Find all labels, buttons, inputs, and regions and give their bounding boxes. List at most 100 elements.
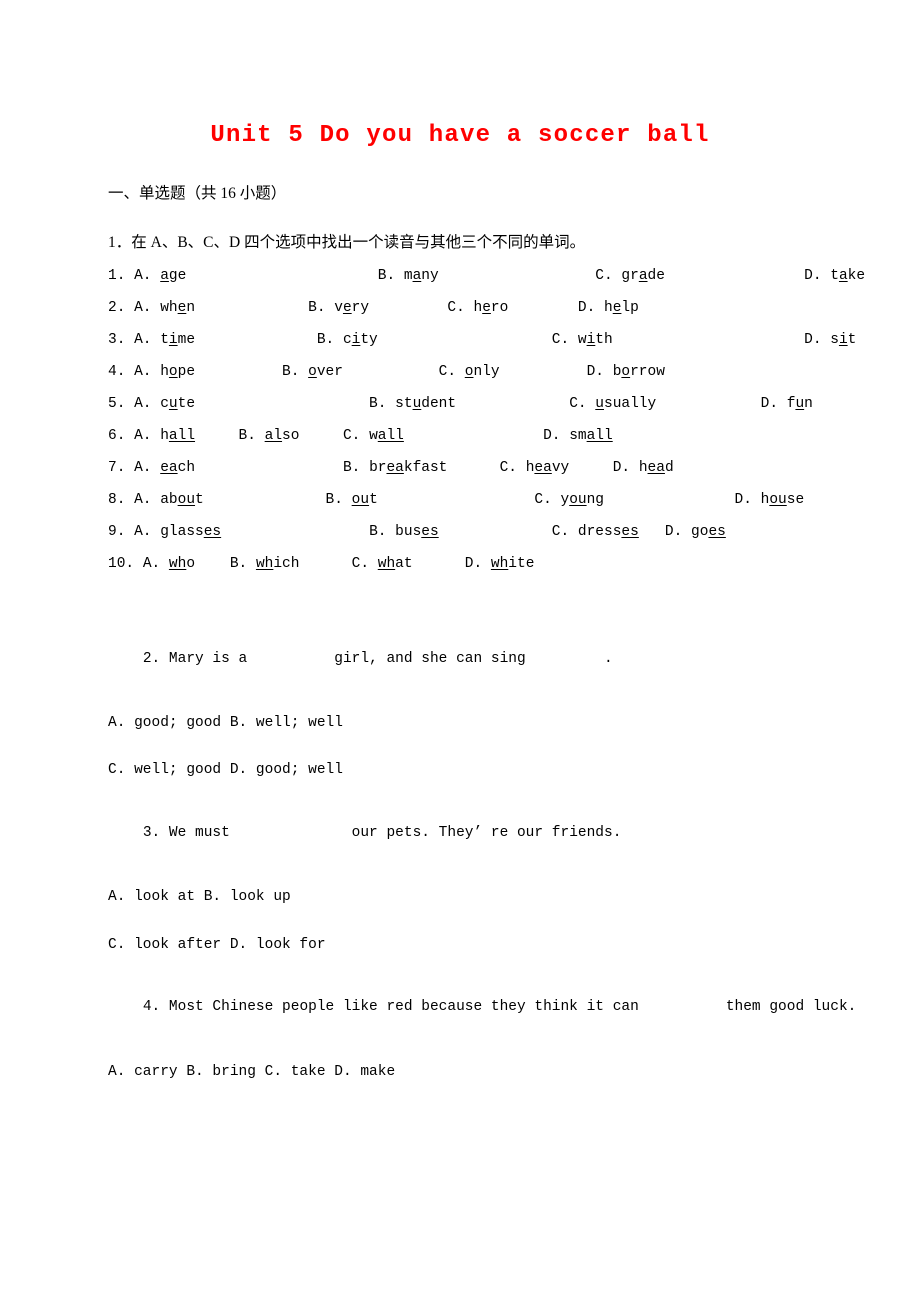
word-option[interactable]: C. only bbox=[439, 364, 500, 380]
word-option[interactable]: A. age bbox=[134, 268, 186, 284]
word-option[interactable]: A. when bbox=[134, 300, 195, 316]
word-option[interactable]: B. many bbox=[378, 268, 439, 284]
word-option[interactable]: A. glasses bbox=[134, 524, 221, 540]
option-word: take bbox=[830, 268, 866, 284]
option-word: student bbox=[395, 396, 457, 412]
document-page: Unit 5 Do you have a soccer ball 一、单选题（共… bbox=[0, 0, 920, 1302]
underlined-letters: wh bbox=[168, 556, 187, 572]
q4-stem-part2: them good luck. bbox=[717, 998, 857, 1015]
underlined-letters: i bbox=[838, 332, 848, 348]
underlined-letters: a bbox=[638, 268, 648, 284]
word-option[interactable]: C. heavy bbox=[500, 460, 570, 476]
option-label: D. bbox=[804, 332, 831, 348]
option-word: glasses bbox=[160, 524, 222, 540]
row-number: 1. bbox=[108, 268, 135, 284]
word-option[interactable]: B. buses bbox=[369, 524, 439, 540]
option-label: B. bbox=[316, 332, 343, 348]
question-3-options-line-2[interactable]: C. look after D. look for bbox=[108, 938, 326, 953]
word-row: 10. A. who B. which C. what D. white bbox=[108, 557, 534, 572]
option-word: white bbox=[490, 556, 535, 572]
option-word: hall bbox=[160, 428, 196, 444]
word-row: 9. A. glasses B. buses C. dresses D. goes bbox=[108, 525, 726, 540]
q4-stem-part1: 4. Most Chinese people like red because … bbox=[142, 998, 648, 1015]
word-option[interactable]: B. which bbox=[230, 556, 300, 572]
word-option[interactable]: A. time bbox=[134, 332, 195, 348]
word-option[interactable]: D. white bbox=[465, 556, 535, 572]
word-option[interactable]: B. out bbox=[326, 492, 378, 508]
page-title: Unit 5 Do you have a soccer ball bbox=[210, 122, 710, 149]
option-word: goes bbox=[691, 524, 726, 540]
word-option[interactable]: C. hero bbox=[447, 300, 508, 316]
underlined-letters: wh bbox=[377, 556, 396, 572]
underlined-letters: es bbox=[203, 524, 222, 540]
option-label: C. bbox=[551, 524, 578, 540]
word-option[interactable]: C. with bbox=[552, 332, 613, 348]
underlined-letters: a bbox=[412, 268, 422, 284]
word-option[interactable]: D. sit bbox=[804, 332, 856, 348]
word-option[interactable]: D. borrow bbox=[587, 364, 665, 380]
underlined-letters: all bbox=[586, 428, 613, 444]
word-option[interactable]: D. fun bbox=[761, 396, 813, 412]
word-option[interactable]: D. house bbox=[735, 492, 805, 508]
option-label: B. bbox=[369, 524, 396, 540]
word-option[interactable]: A. about bbox=[134, 492, 204, 508]
option-word: young bbox=[560, 492, 605, 508]
question-2-options-line-1[interactable]: A. good; good B. well; well bbox=[108, 716, 343, 731]
word-option[interactable]: A. each bbox=[134, 460, 195, 476]
word-option[interactable]: C. dresses bbox=[552, 524, 639, 540]
word-option[interactable]: A. hall bbox=[134, 428, 195, 444]
word-option[interactable]: B. also bbox=[239, 428, 300, 444]
underlined-letters: i bbox=[351, 332, 361, 348]
option-label: D. bbox=[612, 460, 639, 476]
option-word: buses bbox=[395, 524, 439, 540]
word-option[interactable]: D. head bbox=[613, 460, 674, 476]
q2-stem-part2: girl, and she can sing bbox=[325, 650, 535, 667]
word-option[interactable]: C. usually bbox=[569, 396, 656, 412]
word-option[interactable]: C. young bbox=[534, 492, 604, 508]
underlined-letters: all bbox=[168, 428, 196, 444]
word-option[interactable]: C. grade bbox=[595, 268, 665, 284]
question-2-options-line-2[interactable]: C. well; good D. good; well bbox=[108, 763, 343, 778]
word-option[interactable]: C. what bbox=[352, 556, 413, 572]
option-label: D. bbox=[543, 428, 570, 444]
word-option[interactable]: A. cute bbox=[134, 396, 195, 412]
question-3-options-line-1[interactable]: A. look at B. look up bbox=[108, 890, 291, 905]
q3-blank-1[interactable]: ____________ bbox=[239, 825, 343, 841]
word-option[interactable]: B. over bbox=[282, 364, 343, 380]
option-label: A. bbox=[134, 364, 161, 380]
option-label: D. bbox=[586, 364, 613, 380]
q2-blank-1[interactable]: ________ bbox=[256, 651, 326, 667]
option-label: A. bbox=[134, 460, 161, 476]
word-option[interactable]: B. city bbox=[317, 332, 378, 348]
q4-blank-1[interactable]: ________ bbox=[648, 999, 718, 1015]
word-option[interactable]: B. very bbox=[308, 300, 369, 316]
underlined-letters: u bbox=[168, 396, 178, 412]
word-option[interactable]: A. who bbox=[143, 556, 195, 572]
option-label: B. bbox=[229, 556, 256, 572]
word-option[interactable]: C. wall bbox=[343, 428, 404, 444]
option-word: who bbox=[168, 556, 196, 572]
underlined-letters: u bbox=[595, 396, 604, 412]
option-label: D. bbox=[760, 396, 787, 412]
option-word: breakfast bbox=[369, 460, 448, 476]
word-option[interactable]: D. take bbox=[804, 268, 865, 284]
word-row: 7. A. each B. breakfast C. heavy D. head bbox=[108, 461, 674, 476]
row-number: 8. bbox=[108, 492, 135, 508]
word-option[interactable]: B. student bbox=[369, 396, 456, 412]
q2-blank-2[interactable]: ________ bbox=[534, 651, 604, 667]
option-word: very bbox=[334, 300, 370, 316]
option-word: head bbox=[638, 460, 674, 476]
row-number: 3. bbox=[108, 332, 135, 348]
word-option[interactable]: B. breakfast bbox=[343, 460, 447, 476]
question-4-options-line-1[interactable]: A. carry B. bring C. take D. make bbox=[108, 1065, 395, 1080]
option-label: B. bbox=[238, 428, 265, 444]
underlined-letters: ou bbox=[351, 492, 370, 508]
word-option[interactable]: A. hope bbox=[134, 364, 195, 380]
q2-stem-part1: 2. Mary is a bbox=[142, 650, 256, 667]
row-number: 7. bbox=[108, 460, 135, 476]
row-number: 10. bbox=[108, 556, 143, 572]
word-option[interactable]: D. help bbox=[578, 300, 639, 316]
underlined-letters: wh bbox=[490, 556, 509, 572]
word-option[interactable]: D. goes bbox=[665, 524, 726, 540]
word-option[interactable]: D. small bbox=[543, 428, 613, 444]
